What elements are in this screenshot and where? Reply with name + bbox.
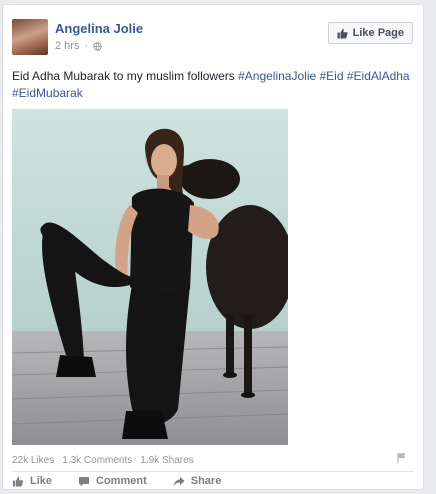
hashtag-link[interactable]: #AngelinaJolie <box>238 69 316 83</box>
likes-count[interactable]: 22k Likes <box>12 455 54 466</box>
flag-icon[interactable] <box>397 452 407 464</box>
comment-button[interactable]: Comment <box>78 475 147 487</box>
like-button[interactable]: Like <box>12 475 52 487</box>
shares-count[interactable]: 1.9k Shares <box>140 455 193 466</box>
share-button[interactable]: Share <box>173 475 222 487</box>
thumbs-up-icon <box>12 476 24 487</box>
comments-count[interactable]: 1.3k Comments <box>62 455 132 466</box>
comment-label: Comment <box>96 475 147 487</box>
post-actions: Like Comment Share <box>12 475 221 487</box>
post-text: Eid Adha Mubarak to my muslim followers … <box>12 68 416 102</box>
hashtag-link[interactable]: #EidAlAdha <box>347 69 410 83</box>
post-card: Angelina Jolie 2 hrs · Like Page Eid Adh… <box>2 4 424 490</box>
thumbs-up-icon <box>337 28 348 39</box>
globe-icon <box>93 41 102 51</box>
divider <box>12 471 414 472</box>
author-name[interactable]: Angelina Jolie <box>55 21 143 36</box>
like-page-button[interactable]: Like Page <box>327 22 413 44</box>
like-label: Like <box>30 475 53 487</box>
post-time[interactable]: 2 hrs <box>55 40 79 52</box>
hashtag-link[interactable]: #Eid <box>320 69 344 83</box>
post-photo[interactable] <box>12 109 288 445</box>
share-label: Share <box>190 475 222 487</box>
share-icon <box>173 476 185 486</box>
post-stats: 22k Likes 1.3k Comments 1.9k Shares <box>12 455 194 466</box>
photo-illustration <box>12 109 288 445</box>
avatar[interactable] <box>12 19 48 55</box>
hashtag-link[interactable]: #EidMubarak <box>12 86 83 100</box>
post-message: Eid Adha Mubarak to my muslim followers <box>12 69 235 83</box>
post-meta: 2 hrs · <box>55 40 102 52</box>
like-page-label: Like Page <box>352 27 404 39</box>
comment-icon <box>79 476 90 486</box>
